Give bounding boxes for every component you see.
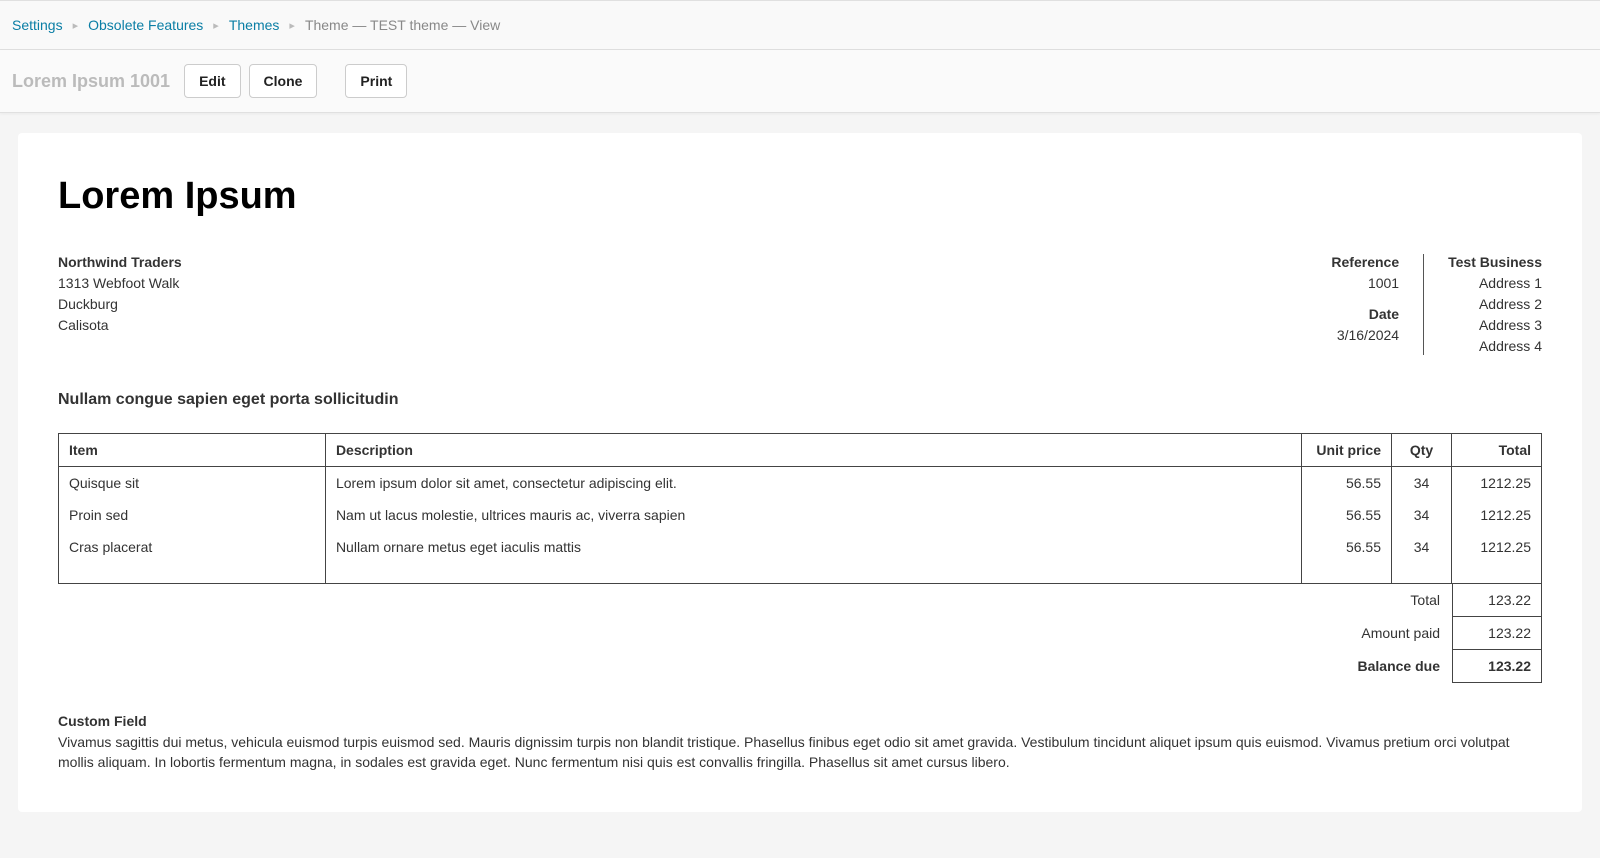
document-preview: Lorem Ipsum Northwind Traders 1313 Webfo… <box>18 133 1582 812</box>
cell-qty: 34 <box>1392 467 1452 500</box>
breadcrumb-link-themes[interactable]: Themes <box>229 17 280 33</box>
from-name: Northwind Traders <box>58 252 182 273</box>
totals-block: Total123.22Amount paid123.22Balance due1… <box>58 584 1542 683</box>
custom-field: Custom Field Vivamus sagittis dui metus,… <box>58 713 1542 772</box>
print-button[interactable]: Print <box>345 64 407 98</box>
cell-qty: 34 <box>1392 499 1452 531</box>
cell-total: 1212.25 <box>1452 467 1542 500</box>
breadcrumb-link-settings[interactable]: Settings <box>12 17 63 33</box>
cell-qty: 34 <box>1392 531 1452 584</box>
cell-description: Nullam ornare metus eget iaculis mattis <box>325 531 1301 584</box>
cell-total: 1212.25 <box>1452 499 1542 531</box>
totals-label: Total <box>1272 584 1452 617</box>
chevron-right-icon: ▸ <box>73 19 79 32</box>
totals-row: Amount paid123.22 <box>58 617 1542 650</box>
chevron-right-icon: ▸ <box>289 19 295 32</box>
table-row: Proin sedNam ut lacus molestie, ultrices… <box>59 499 1542 531</box>
custom-field-title: Custom Field <box>58 713 1542 729</box>
col-total: Total <box>1452 434 1542 467</box>
reference-block: Reference 1001 Date 3/16/2024 <box>1331 252 1423 346</box>
business-address-line: Address 2 <box>1448 294 1542 315</box>
date-label: Date <box>1331 304 1399 325</box>
reference-value: 1001 <box>1331 273 1399 294</box>
toolbar: Lorem Ipsum 1001 Edit Clone Print <box>0 50 1600 113</box>
from-address-line: Duckburg <box>58 294 182 315</box>
page-title: Lorem Ipsum 1001 <box>12 71 170 92</box>
from-address-line: Calisota <box>58 315 182 336</box>
cell-item: Quisque sit <box>59 467 326 500</box>
business-block: Test Business Address 1 Address 2 Addres… <box>1424 252 1542 357</box>
custom-field-body: Vivamus sagittis dui metus, vehicula eui… <box>58 733 1542 772</box>
cell-total: 1212.25 <box>1452 531 1542 584</box>
from-address-block: Northwind Traders 1313 Webfoot Walk Duck… <box>58 252 182 357</box>
col-qty: Qty <box>1392 434 1452 467</box>
breadcrumb-current: Theme — TEST theme — View <box>305 17 500 33</box>
document-title: Lorem Ipsum <box>58 175 1542 218</box>
cell-unit-price: 56.55 <box>1302 467 1392 500</box>
line-items-table: Item Description Unit price Qty Total Qu… <box>58 433 1542 584</box>
col-unit-price: Unit price <box>1302 434 1392 467</box>
cell-description: Nam ut lacus molestie, ultrices mauris a… <box>325 499 1301 531</box>
totals-value: 123.22 <box>1452 584 1542 617</box>
col-description: Description <box>325 434 1301 467</box>
from-address-line: 1313 Webfoot Walk <box>58 273 182 294</box>
totals-value: 123.22 <box>1452 617 1542 650</box>
totals-row: Balance due123.22 <box>58 650 1542 683</box>
line-items-title: Nullam congue sapien eget porta sollicit… <box>58 391 1542 409</box>
breadcrumb-link-obsolete-features[interactable]: Obsolete Features <box>88 17 203 33</box>
business-address-line: Address 4 <box>1448 336 1542 357</box>
cell-unit-price: 56.55 <box>1302 499 1392 531</box>
cell-item: Proin sed <box>59 499 326 531</box>
cell-description: Lorem ipsum dolor sit amet, consectetur … <box>325 467 1301 500</box>
cell-item: Cras placerat <box>59 531 326 584</box>
table-row: Cras placeratNullam ornare metus eget ia… <box>59 531 1542 584</box>
totals-row: Total123.22 <box>58 584 1542 617</box>
table-row: Quisque sitLorem ipsum dolor sit amet, c… <box>59 467 1542 500</box>
col-item: Item <box>59 434 326 467</box>
business-name: Test Business <box>1448 252 1542 273</box>
cell-unit-price: 56.55 <box>1302 531 1392 584</box>
chevron-right-icon: ▸ <box>213 19 219 32</box>
reference-label: Reference <box>1331 252 1399 273</box>
breadcrumb: Settings ▸ Obsolete Features ▸ Themes ▸ … <box>0 0 1600 50</box>
totals-value: 123.22 <box>1452 650 1542 683</box>
clone-button[interactable]: Clone <box>249 64 318 98</box>
totals-label: Amount paid <box>1272 617 1452 650</box>
totals-label: Balance due <box>1272 650 1452 683</box>
edit-button[interactable]: Edit <box>184 64 240 98</box>
date-value: 3/16/2024 <box>1331 325 1399 346</box>
business-address-line: Address 3 <box>1448 315 1542 336</box>
business-address-line: Address 1 <box>1448 273 1542 294</box>
